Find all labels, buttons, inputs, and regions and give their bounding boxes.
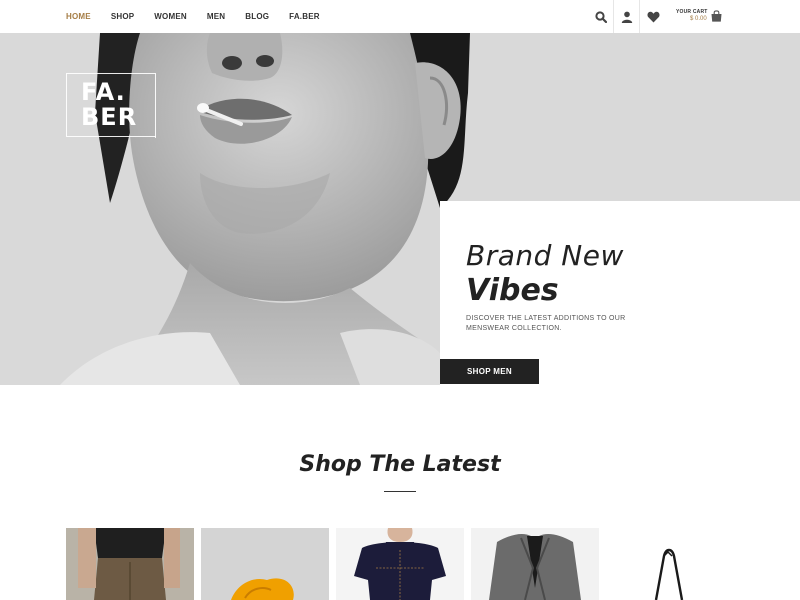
search-button[interactable] [588,0,614,33]
product-card[interactable] [606,528,734,600]
shop-men-button[interactable]: SHOP MEN [440,359,539,384]
product-image [471,528,599,600]
product-card[interactable] [336,528,464,600]
cart-widget[interactable]: YOUR CART $ 0.00 [676,9,726,25]
hero-title-light: Brand New [466,239,624,272]
logo-line-1: FA. [81,78,126,106]
nav-women[interactable]: WOMEN [154,12,187,21]
site-header: HOME SHOP WOMEN MEN BLOG FA.BER YOUR CAR… [0,0,800,33]
product-card[interactable] [201,528,329,600]
product-card[interactable] [66,528,194,600]
header-icons [588,0,666,33]
nav-home[interactable]: HOME [66,12,91,21]
promo-card: Brand New Vibes DISCOVER THE LATEST ADDI… [440,201,800,385]
cart-label: YOUR CART [676,9,708,15]
hero-description: DISCOVER THE LATEST ADDITIONS TO OUR MEN… [466,315,626,332]
wishlist-button[interactable] [640,0,666,33]
brand-logo[interactable]: FA. BER [66,73,156,138]
shopping-bag-icon [711,10,722,22]
product-image [66,528,194,600]
hero-title-bold: Vibes [466,273,559,308]
nav-blog[interactable]: BLOG [245,12,269,21]
heart-icon [646,11,660,22]
product-card[interactable] [471,528,599,600]
account-button[interactable] [614,0,640,33]
brand-logo-text: FA. BER [81,80,137,130]
section-title: Shop The Latest [299,452,501,477]
search-icon [594,10,607,23]
product-image [201,528,329,600]
hero-banner: FA. BER Brand New Vibes DISCOVER THE LAT… [0,33,800,385]
main-nav: HOME SHOP WOMEN MEN BLOG FA.BER [66,0,340,33]
product-image [336,528,464,600]
nav-men[interactable]: MEN [207,12,225,21]
user-icon [621,11,632,23]
product-grid [66,528,738,600]
cart-total: $ 0.00 [690,16,707,22]
nav-faber[interactable]: FA.BER [289,12,320,21]
product-image [606,528,734,600]
nav-shop[interactable]: SHOP [111,12,134,21]
logo-line-2: BER [81,103,138,131]
section-divider [384,491,416,492]
